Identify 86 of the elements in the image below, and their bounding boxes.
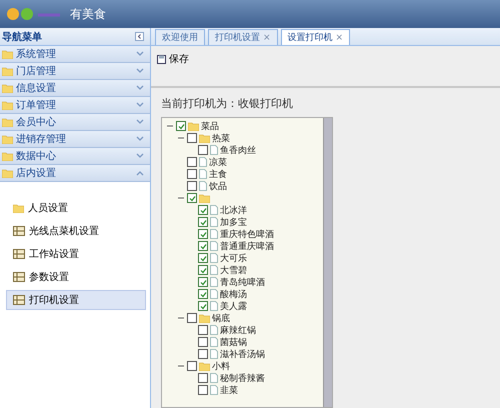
folder-icon	[188, 122, 199, 130]
menu-item[interactable]: 门店管理	[0, 63, 150, 80]
tree-node-label[interactable]: 秘制香辣酱	[220, 372, 265, 384]
tree-node-label[interactable]: 滋补香汤锅	[220, 348, 265, 360]
folder-icon	[2, 84, 13, 92]
tree-node-label[interactable]: 北冰洋	[220, 204, 247, 216]
checkbox[interactable]	[198, 337, 208, 347]
checkbox[interactable]	[198, 289, 208, 299]
submenu-item[interactable]: 参数设置	[6, 267, 146, 287]
menu-item[interactable]: 进销存管理	[0, 131, 150, 148]
folder-icon	[199, 362, 210, 370]
folder-icon	[2, 134, 13, 144]
folder-icon	[199, 314, 210, 322]
tab[interactable]: 设置打印机 ×	[280, 29, 350, 45]
tree-node-label[interactable]: 青岛纯啤酒	[220, 276, 265, 288]
submenu-item[interactable]: 工作站设置	[6, 244, 146, 264]
checkbox[interactable]	[198, 325, 208, 335]
submenu-item[interactable]: 光线点菜机设置	[6, 221, 146, 241]
tree-node-label[interactable]: 加多宝	[220, 216, 247, 228]
tree-node-label[interactable]: 麻辣红锅	[220, 324, 256, 336]
menu-item[interactable]: 会员中心	[0, 114, 150, 131]
menu-item[interactable]: 系统管理	[0, 46, 150, 63]
tree-node-label[interactable]: 凉菜	[209, 156, 227, 168]
checkbox[interactable]	[187, 169, 197, 179]
checkbox[interactable]	[198, 253, 208, 263]
grid-icon	[13, 272, 25, 282]
folder-icon	[2, 118, 13, 126]
checkbox[interactable]	[198, 229, 208, 239]
tree-node-label[interactable]: 普通重庆啤酒	[220, 240, 274, 252]
checkbox[interactable]	[187, 313, 197, 323]
tree-node-label[interactable]: 菌菇锅	[220, 336, 247, 348]
save-button[interactable]: 保存	[157, 52, 189, 66]
submenu-item[interactable]: 人员设置	[6, 198, 146, 218]
save-icon	[157, 54, 166, 64]
tree-node-label[interactable]: 锅底	[212, 312, 230, 324]
checkbox[interactable]	[187, 133, 197, 143]
tree-node-label[interactable]: 饮品	[209, 180, 227, 192]
checkbox[interactable]	[187, 157, 197, 167]
menu-item[interactable]: 订单管理	[0, 97, 150, 114]
collapse-icon[interactable]	[135, 32, 144, 41]
folder-icon	[199, 134, 210, 142]
checkbox[interactable]	[187, 181, 197, 191]
menu-item[interactable]: 信息设置	[0, 80, 150, 97]
tab[interactable]: 打印机设置 ×	[208, 29, 278, 45]
tree-node-label[interactable]: 热菜	[212, 132, 230, 144]
checkbox[interactable]	[187, 193, 197, 203]
app-title: 有美食	[70, 6, 106, 22]
folder-icon	[2, 100, 13, 110]
tree-node-label[interactable]: 美人露	[220, 300, 247, 312]
checkbox[interactable]	[198, 145, 208, 155]
folder-icon	[2, 66, 13, 76]
tree-node-label[interactable]: 菜品	[201, 120, 219, 132]
checkbox[interactable]	[187, 361, 197, 371]
checkbox[interactable]	[198, 385, 208, 395]
tree-node-label[interactable]: 大雪碧	[220, 264, 247, 276]
tree-node-label[interactable]: 重庆特色啤酒	[220, 228, 274, 240]
tree-node-label[interactable]: 小料	[212, 360, 230, 372]
folder-icon	[2, 168, 13, 178]
grid-icon	[13, 295, 25, 305]
checkbox[interactable]	[198, 373, 208, 383]
tree-node-label[interactable]: 韭菜	[220, 384, 238, 396]
grid-icon	[13, 226, 25, 236]
folder-icon	[2, 50, 13, 58]
checkbox[interactable]	[198, 349, 208, 359]
current-printer-text: 当前打印机为：收银打印机	[161, 96, 294, 111]
checkbox[interactable]	[198, 241, 208, 251]
tree-node-label[interactable]: 主食	[209, 168, 227, 180]
folder-icon	[199, 194, 210, 202]
tree-node-label[interactable]: 酸梅汤	[220, 288, 247, 300]
menu-item[interactable]: 数据中心	[0, 148, 150, 165]
checkbox[interactable]	[198, 205, 208, 215]
submenu-item[interactable]: 打印机设置	[6, 290, 146, 310]
checkbox[interactable]	[198, 265, 208, 275]
checkbox[interactable]	[198, 277, 208, 287]
checkbox[interactable]	[198, 301, 208, 311]
menu-item[interactable]: 店内设置	[0, 165, 150, 182]
tree-node-label[interactable]: 鱼香肉丝	[220, 144, 256, 156]
tab[interactable]: 欢迎使用	[155, 29, 205, 45]
folder-icon	[13, 204, 24, 212]
grid-icon	[13, 249, 25, 259]
panel-title: 导航菜单	[2, 30, 42, 44]
scrollbar[interactable]	[323, 118, 332, 407]
folder-icon	[2, 152, 13, 160]
tree-node-label[interactable]: 大可乐	[220, 252, 247, 264]
checkbox[interactable]	[176, 121, 186, 131]
checkbox[interactable]	[198, 217, 208, 227]
